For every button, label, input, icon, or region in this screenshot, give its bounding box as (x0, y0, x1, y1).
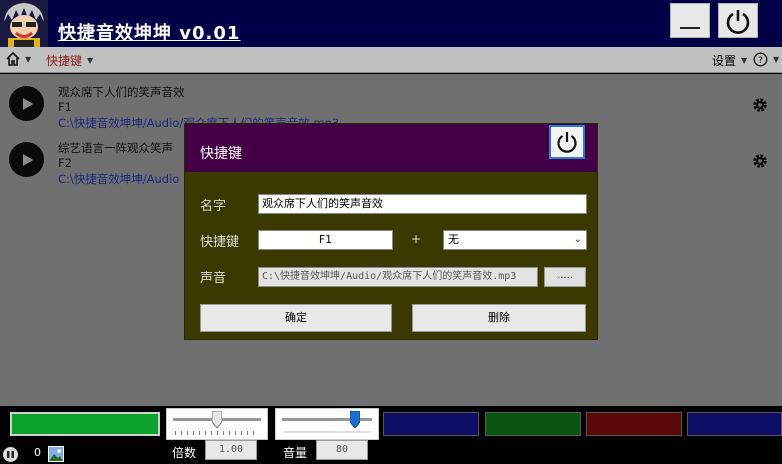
gear-icon[interactable] (751, 152, 769, 170)
image-icon[interactable] (48, 446, 64, 462)
sound-key: F2 (58, 156, 72, 170)
count-text: 0 (34, 446, 41, 459)
color-slot[interactable] (383, 412, 479, 436)
volume-slider[interactable] (275, 408, 379, 440)
name-field[interactable]: 观众席下人们的笑声音效 (258, 194, 587, 214)
speed-value[interactable]: 1.00 (205, 440, 257, 460)
shortcut-dialog: 快捷键 名字 观众席下人们的笑声音效 快捷键 F1 + 无 ⌄ 声音 C:\快捷… (184, 123, 598, 340)
shortcut-menu[interactable]: 快捷键 ▼ (46, 52, 93, 69)
sound-label: 声音 (200, 271, 227, 286)
sound-path: C:\快捷音效坤坤/Audio (58, 172, 180, 186)
dialog-close-button[interactable] (549, 125, 585, 159)
plus-sign: + (411, 232, 422, 246)
modifier-select[interactable]: 无 ⌄ (443, 230, 587, 250)
power-button[interactable] (718, 3, 758, 38)
color-slot[interactable] (586, 412, 682, 436)
progress-bar (10, 412, 160, 436)
chevron-down-icon: ▼ (87, 56, 94, 65)
slider-thumb[interactable] (212, 411, 222, 428)
title-bar: 快捷音效坤坤 v0.01 (0, 0, 782, 47)
shortcut-menu-label: 快捷键 (46, 54, 83, 68)
list-item: 观众席下人们的笑声音效 F1 C:\快捷音效坤坤/Audio/观众席下人们的笑声… (0, 74, 782, 130)
delete-button[interactable]: 删除 (412, 304, 586, 332)
key-field[interactable]: F1 (258, 230, 393, 250)
modifier-value: 无 (448, 233, 459, 246)
dialog-title: 快捷键 (200, 146, 242, 162)
browse-button[interactable]: ..... (544, 267, 586, 287)
chevron-down-icon: ▼ (741, 56, 748, 65)
speed-label: 倍数 (172, 446, 197, 460)
play-button[interactable] (9, 142, 44, 177)
ok-button[interactable]: 确定 (200, 304, 392, 332)
bottom-bar (0, 406, 782, 464)
svg-text:?: ? (758, 56, 763, 66)
play-button[interactable] (9, 86, 44, 121)
play-icon (22, 153, 33, 166)
logo-icon (0, 0, 48, 47)
slider-thumb[interactable] (350, 411, 360, 428)
power-icon (557, 132, 577, 153)
chevron-down-icon: ⌄ (573, 234, 582, 245)
slider-ticks (175, 431, 259, 435)
volume-label: 音量 (283, 446, 308, 460)
power-icon (726, 9, 750, 34)
sound-path-field[interactable]: C:\快捷音效坤坤/Audio/观众席下人们的笑声音效.mp3 (258, 267, 538, 287)
settings-menu[interactable]: 设置 ▼ (712, 52, 747, 69)
speed-slider[interactable] (166, 408, 268, 440)
color-slot[interactable] (687, 412, 782, 436)
home-icon (6, 52, 20, 66)
minimize-button[interactable] (670, 3, 710, 38)
chevron-down-icon: ▼ (25, 54, 32, 64)
home-menu[interactable]: ▼ (6, 52, 31, 66)
color-slot[interactable] (485, 412, 581, 436)
shortcut-label: 快捷键 (200, 235, 240, 250)
name-label: 名字 (200, 199, 227, 214)
slider-ticks (284, 431, 370, 433)
gear-icon[interactable] (751, 96, 769, 114)
dialog-title-bar: 快捷键 (185, 124, 597, 172)
menu-bar: ▼ 快捷键 ▼ 设置 ▼ ? ▼ (0, 47, 782, 73)
minimize-icon (680, 26, 700, 29)
help-icon: ? (753, 52, 768, 67)
settings-menu-label: 设置 (712, 54, 737, 68)
sound-key: F1 (58, 100, 72, 114)
pause-icon[interactable] (3, 447, 18, 462)
volume-value[interactable]: 80 (316, 440, 368, 460)
help-menu[interactable]: ? ▼ (753, 52, 779, 67)
play-icon (22, 97, 33, 110)
app-title: 快捷音效坤坤 v0.01 (58, 23, 241, 44)
sound-title: 观众席下人们的笑声音效 (58, 85, 185, 99)
sound-title: 综艺语言一阵观众笑声 (58, 141, 173, 155)
chevron-down-icon: ▼ (773, 55, 780, 64)
